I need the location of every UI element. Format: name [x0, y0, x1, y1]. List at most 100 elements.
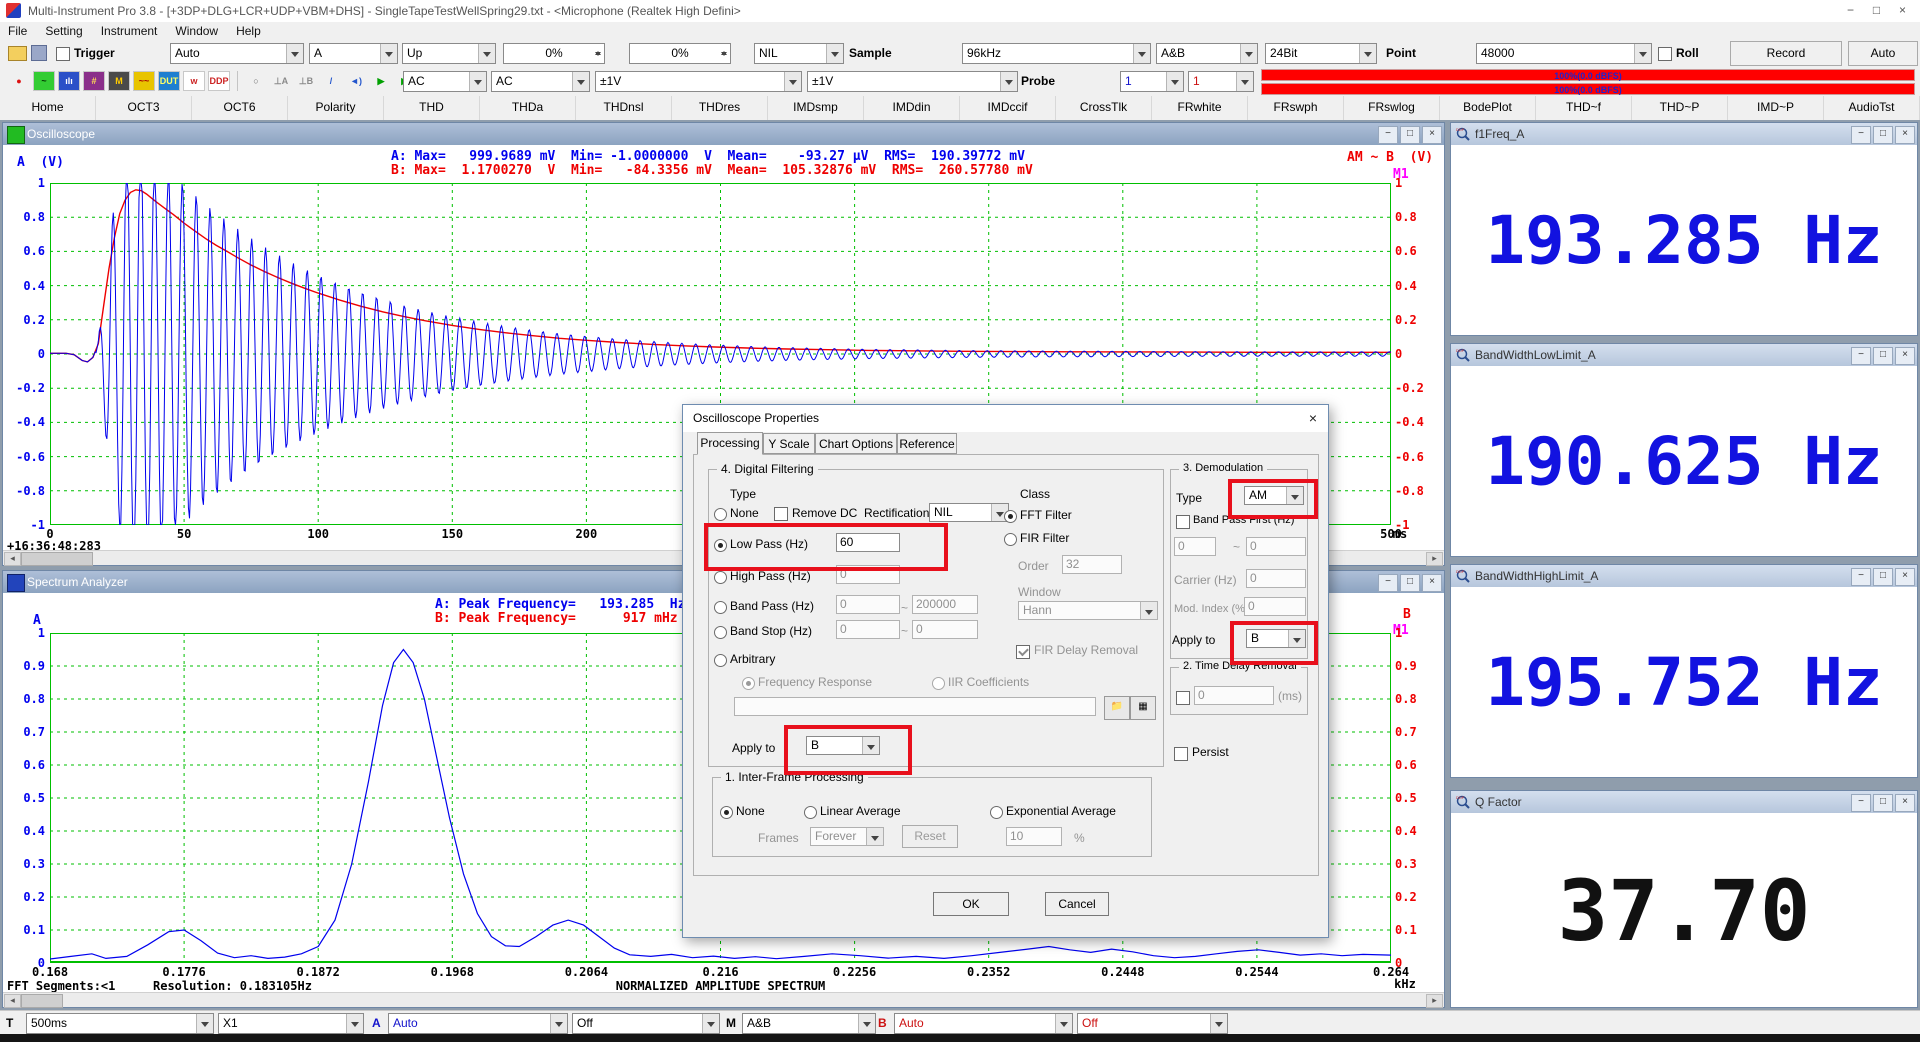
roll-checkbox[interactable]: [1658, 47, 1672, 61]
oscilloscope-icon[interactable]: ~: [33, 71, 55, 91]
demod-apply-to-dropdown[interactable]: B: [1246, 629, 1306, 648]
sample-rate-dropdown[interactable]: 96kHz: [962, 43, 1151, 64]
ddp-panel-min-button[interactable]: [1851, 568, 1871, 586]
ok-button[interactable]: OK: [933, 892, 1009, 916]
window-dropdown[interactable]: Hann: [1018, 601, 1158, 620]
fir-delay-removal-checkbox[interactable]: [1016, 645, 1030, 659]
dialog-tab-y-scale[interactable]: Y Scale: [763, 433, 815, 454]
trigger-edge-dropdown[interactable]: Up: [402, 43, 496, 64]
browse-file-button[interactable]: 📁: [1104, 696, 1130, 720]
sample-bits-dropdown[interactable]: 24Bit: [1265, 43, 1377, 64]
calibration-icon[interactable]: /: [320, 71, 342, 91]
exp-average-input[interactable]: 10: [1006, 827, 1062, 846]
ddp-panel-title-bar[interactable]: DDPQ Factor: [1451, 791, 1917, 813]
channel-b-mode-dropdown[interactable]: Auto: [894, 1013, 1073, 1034]
ddp-panel-max-button[interactable]: [1873, 794, 1893, 812]
save-icon[interactable]: [31, 45, 47, 61]
point-count-dropdown[interactable]: 48000: [1476, 43, 1652, 64]
shortcut-tab-thd[interactable]: THD: [384, 96, 480, 120]
ifp-exponential-radio[interactable]: [990, 806, 1003, 819]
ddp-panel-min-button[interactable]: [1851, 126, 1871, 144]
frames-dropdown[interactable]: Forever: [810, 827, 884, 846]
channel-a-mode-dropdown[interactable]: Auto: [388, 1013, 568, 1034]
time-delay-input[interactable]: 0: [1194, 686, 1274, 705]
shortcut-tab-crosstlk[interactable]: CrossTlk: [1056, 96, 1152, 120]
sound-device-icon[interactable]: ◄): [345, 71, 367, 91]
ddp-viewer-icon[interactable]: DDP: [208, 71, 230, 91]
filter-apply-to-dropdown[interactable]: B: [806, 736, 880, 755]
menu-setting[interactable]: Setting: [45, 24, 82, 38]
mod-index-input[interactable]: 0: [1244, 597, 1306, 616]
menu-help[interactable]: Help: [236, 24, 261, 38]
signal-generator-icon[interactable]: ~~: [133, 71, 155, 91]
shortcut-tab-thdres[interactable]: THDres: [672, 96, 768, 120]
ddp-panel-max-button[interactable]: [1873, 568, 1893, 586]
trigger-mode-dropdown[interactable]: Auto: [170, 43, 304, 64]
persist-checkbox[interactable]: [1174, 747, 1188, 761]
shortcut-tab-thda[interactable]: THDa: [480, 96, 576, 120]
trigger-level-spinner[interactable]: 0%: [503, 43, 605, 64]
ddp-panel-title-bar[interactable]: DDPf1Freq_A: [1451, 123, 1917, 145]
open-file-icon[interactable]: [8, 46, 27, 61]
band-stop-radio[interactable]: [714, 626, 727, 639]
trigger-source-dropdown[interactable]: A: [309, 43, 398, 64]
shortcut-tab-oct3[interactable]: OCT3: [96, 96, 192, 120]
spectrum-minimize-button[interactable]: [1378, 574, 1398, 592]
menu-window[interactable]: Window: [175, 24, 218, 38]
shortcut-tab-imdsmp[interactable]: IMDsmp: [768, 96, 864, 120]
shortcut-tab-frswlog[interactable]: FRswlog: [1344, 96, 1440, 120]
low-pass-input[interactable]: 60: [836, 533, 900, 552]
window-minimize-button[interactable]: [1843, 3, 1858, 18]
frequency-response-radio[interactable]: [742, 677, 755, 690]
timebase-dropdown[interactable]: 500ms: [26, 1013, 214, 1034]
reset-button[interactable]: Reset: [902, 825, 958, 848]
range-a-dropdown[interactable]: ±1V: [595, 71, 802, 92]
filter-none-radio[interactable]: [714, 508, 727, 521]
ifp-none-radio[interactable]: [720, 806, 733, 819]
marker-a-icon[interactable]: ⊥A: [270, 71, 292, 91]
cursor-reader-icon[interactable]: ○: [245, 71, 267, 91]
zoom-dropdown[interactable]: X1: [218, 1013, 364, 1034]
coupling-a-dropdown[interactable]: AC: [403, 71, 487, 92]
menu-file[interactable]: File: [8, 24, 27, 38]
spectrum-close-button[interactable]: [1422, 574, 1442, 592]
record-icon[interactable]: ●: [8, 71, 30, 91]
band-pass-radio[interactable]: [714, 601, 727, 614]
time-delay-checkbox[interactable]: [1176, 691, 1190, 705]
rectification-dropdown[interactable]: NIL: [929, 503, 1009, 522]
ddp-panel-max-button[interactable]: [1873, 347, 1893, 365]
ddp-panel-close-button[interactable]: [1895, 568, 1915, 586]
ddp-panel-title-bar[interactable]: DDPBandWidthHighLimit_A: [1451, 565, 1917, 587]
window-maximize-button[interactable]: [1869, 3, 1884, 18]
ddp-panel-close-button[interactable]: [1895, 347, 1915, 365]
shortcut-tab-home[interactable]: Home: [0, 96, 96, 120]
fft-filter-radio[interactable]: [1004, 510, 1017, 523]
auto-button[interactable]: Auto: [1848, 41, 1918, 66]
band-pass-to-input[interactable]: 200000: [912, 595, 978, 614]
spectrum-3d-plot-icon[interactable]: #: [83, 71, 105, 91]
probe-a-dropdown[interactable]: 1: [1120, 71, 1184, 92]
shortcut-tab-bodeplot[interactable]: BodePlot: [1440, 96, 1536, 120]
shortcut-tab-frwhite[interactable]: FRwhite: [1152, 96, 1248, 120]
oscilloscope-title-bar[interactable]: Oscilloscope: [3, 123, 1444, 145]
band-stop-from-input[interactable]: 0: [836, 620, 900, 639]
dialog-tab-processing[interactable]: Processing: [697, 432, 763, 455]
shortcut-tab-thd~f[interactable]: THD~f: [1536, 96, 1632, 120]
arbitrary-radio[interactable]: [714, 654, 727, 667]
dialog-tab-chart-options[interactable]: Chart Options: [815, 433, 897, 454]
edit-table-button[interactable]: ▦: [1130, 696, 1156, 720]
coupling-b-dropdown[interactable]: AC: [491, 71, 590, 92]
marker-b-icon[interactable]: ⊥B: [295, 71, 317, 91]
spectrum-analyzer-icon[interactable]: ılı: [58, 71, 80, 91]
derived-curve-icon[interactable]: w: [183, 71, 205, 91]
shortcut-tab-frswph[interactable]: FRswph: [1248, 96, 1344, 120]
ddp-panel-title-bar[interactable]: DDPBandWidthLowLimit_A: [1451, 344, 1917, 366]
order-input[interactable]: 32: [1062, 555, 1122, 574]
oscilloscope-restore-button[interactable]: [1400, 126, 1420, 144]
trigger-checkbox[interactable]: [56, 47, 70, 61]
high-pass-input[interactable]: 0: [836, 565, 900, 584]
shortcut-tab-polarity[interactable]: Polarity: [288, 96, 384, 120]
shortcut-tab-imd~p[interactable]: IMD~P: [1728, 96, 1824, 120]
multimeter-icon[interactable]: M: [108, 71, 130, 91]
iir-coefficients-radio[interactable]: [932, 677, 945, 690]
